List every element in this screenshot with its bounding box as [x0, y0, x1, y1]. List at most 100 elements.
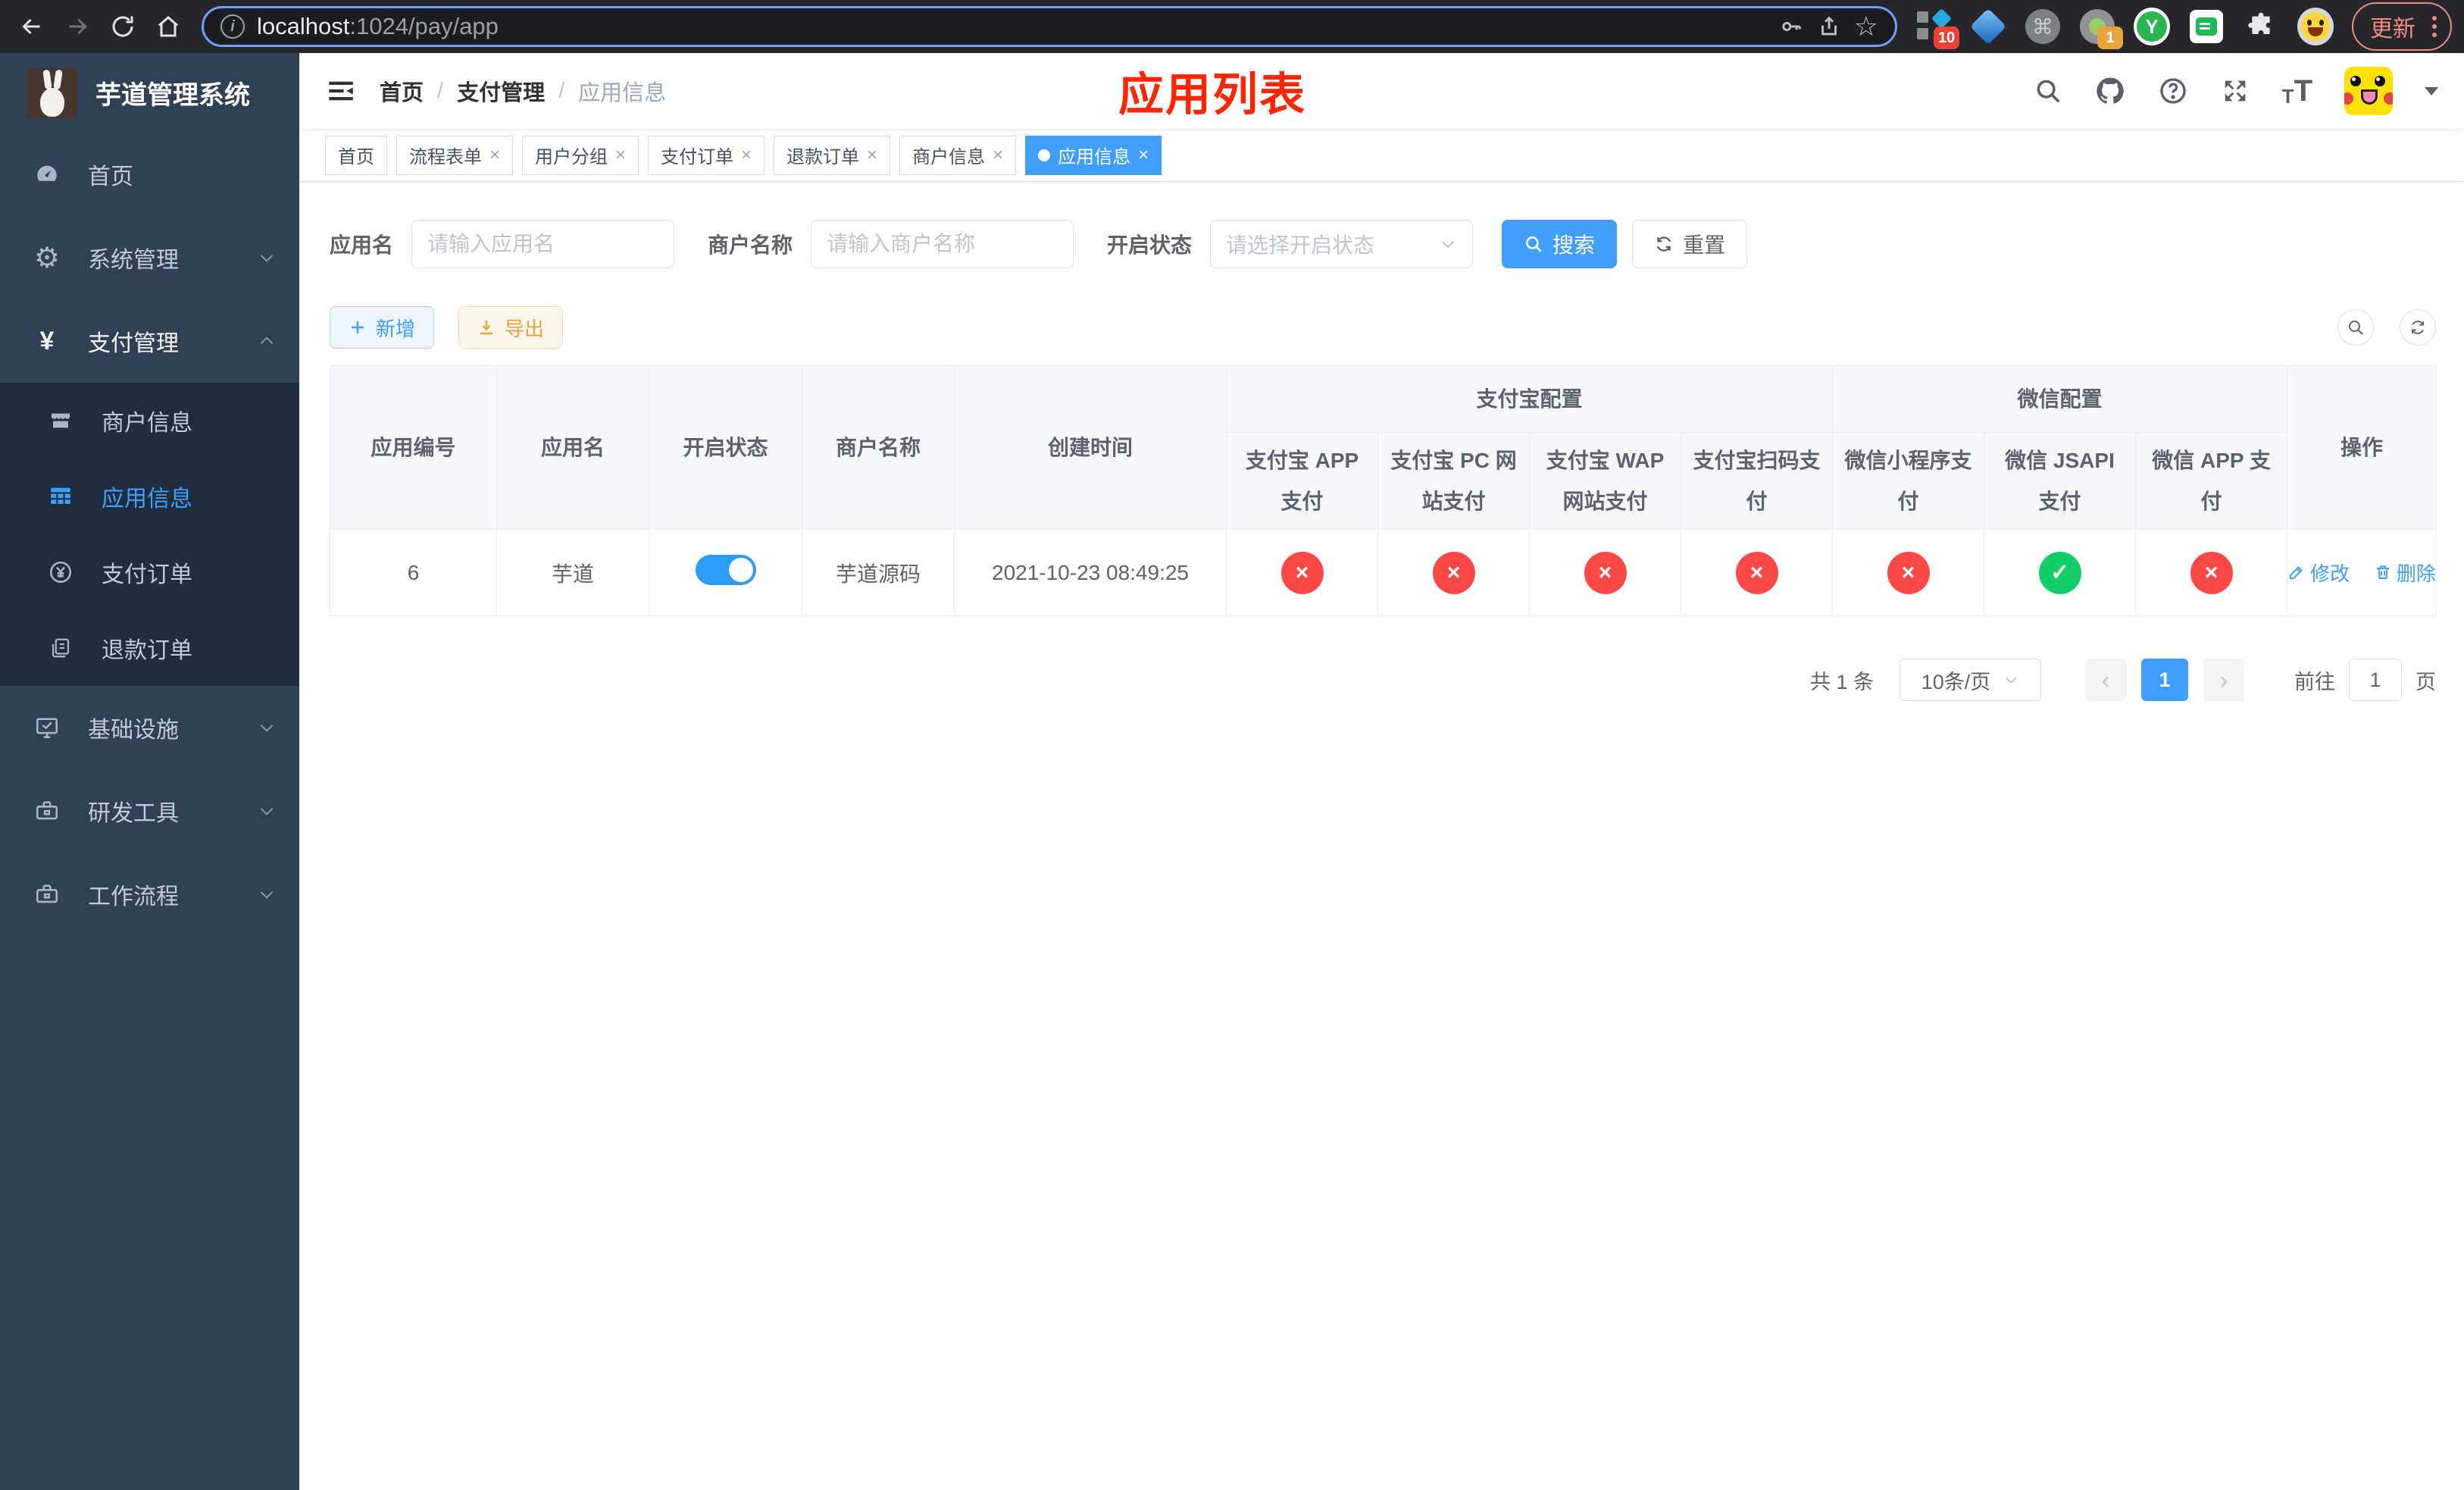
app-name-label: 应用名: [330, 233, 394, 257]
breadcrumb-separator: /: [437, 78, 444, 103]
sidebar-item-pay-orders[interactable]: 支付订单: [0, 534, 299, 610]
sidebar-item-workflow[interactable]: 工作流程: [0, 853, 299, 936]
sidebar-item-home[interactable]: 首页: [0, 133, 299, 216]
goto-page-input[interactable]: [2349, 659, 2402, 701]
browser-home-button[interactable]: [149, 7, 188, 46]
status-icon: ×: [2190, 551, 2233, 594]
user-menu-caret-icon[interactable]: [2425, 86, 2438, 95]
show-search-toggle-button[interactable]: [2337, 309, 2374, 346]
col-header-wechat-app: 微信 APP 支付: [2135, 432, 2288, 530]
tab-close-icon[interactable]: ×: [615, 145, 626, 166]
delete-button-label: 删除: [2396, 562, 2436, 585]
tab-label: 商户信息: [912, 147, 986, 167]
search-icon: [2349, 321, 2363, 335]
col-header-name: 应用名: [496, 365, 649, 530]
share-icon[interactable]: [1816, 14, 1842, 39]
sidebar-item-dev-tools[interactable]: 研发工具: [0, 769, 299, 853]
edit-button-label: 修改: [2310, 562, 2350, 585]
export-button[interactable]: 导出: [458, 306, 564, 349]
tab-app-info[interactable]: 应用信息 ×: [1025, 135, 1162, 175]
tags-view: 首页 流程表单 × 用户分组 × 支付订单 × 退款订单 × 商户信息 × 应用…: [299, 129, 2464, 182]
col-header-wechat-mini: 微信小程序支付: [1832, 432, 1985, 530]
address-bar[interactable]: i localhost:1024/pay/app ☆: [202, 6, 1897, 47]
cell-alipay-qr: ×: [1680, 529, 1834, 616]
search-button[interactable]: 搜索: [1502, 220, 1618, 268]
header-search-icon[interactable]: [2034, 77, 2062, 105]
browser-update-button[interactable]: 更新: [2352, 2, 2452, 51]
extension-badge: 1: [2097, 27, 2123, 49]
tab-pay-orders[interactable]: 支付订单 ×: [648, 135, 765, 175]
status-toggle[interactable]: [695, 555, 756, 585]
browser-back-button[interactable]: [12, 7, 52, 46]
sidebar-item-infrastructure[interactable]: 基础设施: [0, 686, 299, 769]
col-header-alipay-wap: 支付宝 WAP 网站支付: [1529, 432, 1681, 530]
bookmark-star-icon[interactable]: ☆: [1854, 13, 1878, 40]
plus-icon: [352, 321, 364, 333]
next-page-button[interactable]: ›: [2203, 659, 2244, 701]
extension-badge: 10: [1934, 27, 1959, 49]
add-button[interactable]: 新增: [330, 306, 435, 349]
extensions-puzzle-icon[interactable]: [2243, 8, 2279, 45]
github-icon[interactable]: [2094, 75, 2126, 107]
site-info-icon[interactable]: i: [220, 14, 245, 39]
tab-refund-orders[interactable]: 退款订单 ×: [774, 135, 891, 175]
status-icon: ×: [1735, 551, 1778, 594]
status-icon: ×: [1432, 551, 1475, 594]
sidebar-item-payment[interactable]: ¥ 支付管理: [0, 299, 299, 383]
extension-command-icon[interactable]: ⌘: [2025, 8, 2061, 45]
reset-button[interactable]: 重置: [1632, 220, 1748, 268]
merchant-name-label: 商户名称: [708, 233, 793, 257]
sidebar-logo[interactable]: 芋道管理系统: [0, 53, 299, 133]
tab-close-icon[interactable]: ×: [741, 145, 752, 166]
browser-profile-avatar[interactable]: [2297, 8, 2334, 45]
sidebar-item-app-info[interactable]: 应用信息: [0, 459, 299, 534]
extension-grid-icon[interactable]: 10: [1915, 8, 1959, 49]
extension-y-icon[interactable]: Y: [2134, 8, 2170, 45]
browser-forward-button[interactable]: [58, 7, 97, 46]
tab-process-form[interactable]: 流程表单 ×: [396, 135, 514, 175]
sidebar-item-label: 研发工具: [88, 801, 179, 826]
password-key-icon[interactable]: [1778, 14, 1804, 39]
sidebar-item-system[interactable]: ⚙ 系统管理: [0, 216, 299, 299]
user-avatar[interactable]: [2344, 67, 2393, 115]
extension-gem-icon[interactable]: [1969, 8, 2007, 45]
refresh-table-button[interactable]: [2400, 309, 2436, 346]
tab-close-icon[interactable]: ×: [489, 145, 500, 166]
refresh-icon: [1656, 236, 1671, 252]
extension-chat-icon[interactable]: [2188, 8, 2225, 45]
filter-form: 应用名 商户名称 开启状态 请选择开启状态 搜索: [330, 220, 2436, 268]
breadcrumb-home[interactable]: 首页: [380, 75, 424, 107]
browser-menu-icon[interactable]: [2426, 16, 2443, 37]
app-name-input[interactable]: [411, 220, 675, 268]
status-icon: ×: [1584, 551, 1627, 594]
edit-button[interactable]: 修改: [2287, 559, 2350, 587]
font-size-icon[interactable]: TT: [2282, 76, 2312, 106]
cell-created: 2021-10-23 08:49:25: [954, 529, 1227, 616]
sidebar-item-refund-orders[interactable]: 退款订单: [0, 610, 299, 686]
sidebar-item-label: 商户信息: [102, 411, 192, 436]
page-size-select[interactable]: 10条/页: [1900, 659, 2041, 701]
merchant-name-input[interactable]: [811, 220, 1074, 268]
tab-home[interactable]: 首页: [325, 135, 387, 175]
delete-button[interactable]: 删除: [2374, 559, 2436, 587]
tab-user-group[interactable]: 用户分组 ×: [522, 135, 639, 175]
prev-page-button[interactable]: ‹: [2085, 659, 2126, 701]
tab-close-icon[interactable]: ×: [1138, 145, 1149, 166]
monitor-icon: [32, 715, 62, 740]
breadcrumb-section[interactable]: 支付管理: [457, 75, 545, 107]
help-icon[interactable]: [2158, 76, 2188, 106]
tab-close-icon[interactable]: ×: [993, 145, 1003, 166]
page-number-button[interactable]: 1: [2141, 659, 2188, 701]
export-button-label: 导出: [505, 317, 545, 340]
sidebar-item-label: 应用信息: [102, 487, 192, 512]
fullscreen-icon[interactable]: [2220, 76, 2250, 106]
sidebar-collapse-icon[interactable]: [325, 75, 357, 107]
tab-close-icon[interactable]: ×: [867, 145, 877, 166]
chevron-down-icon: [257, 718, 277, 737]
extension-proxy-icon[interactable]: 1: [2079, 8, 2123, 49]
tab-merchant-info[interactable]: 商户信息 ×: [899, 135, 1017, 175]
sidebar-item-merchant-info[interactable]: 商户信息: [0, 383, 299, 459]
browser-reload-button[interactable]: [103, 7, 142, 46]
pagination: 共 1 条 10条/页 ‹ 1 › 前往 页: [330, 659, 2436, 701]
status-select[interactable]: 请选择开启状态: [1210, 220, 1474, 268]
